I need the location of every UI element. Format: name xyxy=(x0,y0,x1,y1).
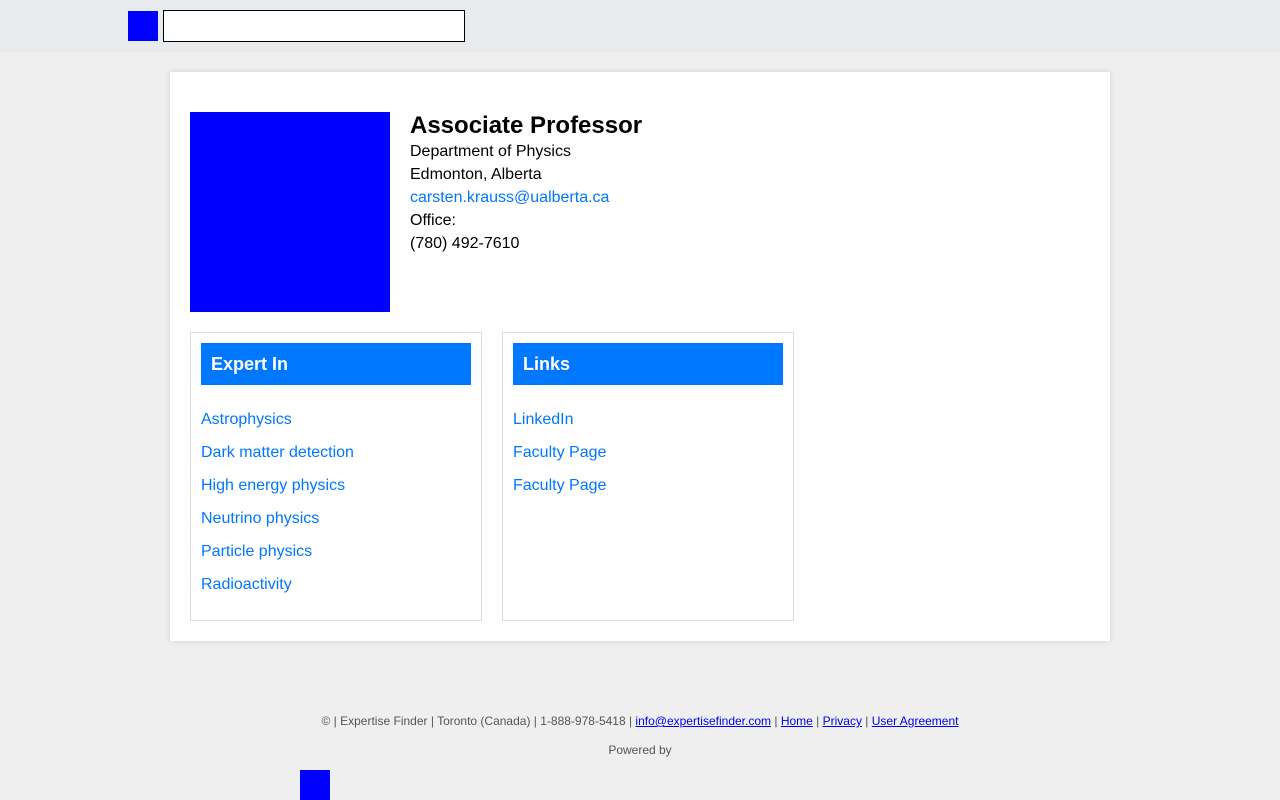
profile-phone: (780) 492-7610 xyxy=(410,235,520,252)
footer-separator: | xyxy=(771,714,781,728)
footer-agreement-link[interactable]: User Agreement xyxy=(872,714,959,728)
footer-privacy-link[interactable]: Privacy xyxy=(823,714,862,728)
list-item: Radioactivity xyxy=(201,568,354,601)
expert-in-list: Astrophysics Dark matter detection High … xyxy=(201,403,354,601)
faculty-page-link[interactable]: Faculty Page xyxy=(513,444,606,461)
expertise-link[interactable]: Particle physics xyxy=(201,543,312,560)
profile-email-link[interactable]: carsten.krauss@ualberta.ca xyxy=(410,189,609,206)
list-item: Faculty Page xyxy=(513,469,606,502)
linkedin-link[interactable]: LinkedIn xyxy=(513,411,574,428)
profile-office-label: Office: xyxy=(410,212,456,229)
profile-info: Associate Professor Department of Physic… xyxy=(410,112,642,255)
footer-email-link[interactable]: info@expertisefinder.com xyxy=(635,714,771,728)
list-item: High energy physics xyxy=(201,469,354,502)
profile-title: Associate Professor xyxy=(410,112,643,139)
footer: © | Expertise Finder | Toronto (Canada) … xyxy=(0,714,1280,728)
footer-separator: | xyxy=(861,714,872,728)
profile-location: Edmonton, Alberta xyxy=(410,166,542,183)
logo-icon[interactable] xyxy=(128,11,158,41)
profile-department: Department of Physics xyxy=(410,143,571,160)
expert-in-panel: Expert In Astrophysics Dark matter detec… xyxy=(190,332,482,621)
list-item: Particle physics xyxy=(201,535,354,568)
expertise-link[interactable]: Neutrino physics xyxy=(201,510,319,527)
faculty-page-link[interactable]: Faculty Page xyxy=(513,477,606,494)
footer-separator: | xyxy=(812,714,823,728)
links-list: LinkedIn Faculty Page Faculty Page xyxy=(513,403,606,502)
expertise-link[interactable]: Dark matter detection xyxy=(201,444,354,461)
profile-card: Associate Professor Department of Physic… xyxy=(170,72,1110,641)
expertise-link[interactable]: High energy physics xyxy=(201,477,345,494)
search-input[interactable] xyxy=(163,10,465,42)
footer-text: © | Expertise Finder | Toronto (Canada) … xyxy=(321,714,636,728)
expertise-link[interactable]: Radioactivity xyxy=(201,576,292,593)
links-panel: Links LinkedIn Faculty Page Faculty Page xyxy=(502,332,794,621)
expertise-link[interactable]: Astrophysics xyxy=(201,411,292,428)
list-item: Faculty Page xyxy=(513,436,606,469)
expert-in-heading: Expert In xyxy=(201,343,471,385)
list-item: Neutrino physics xyxy=(201,502,354,535)
profile-photo xyxy=(190,112,390,312)
list-item: Astrophysics xyxy=(201,403,354,436)
footer-home-link[interactable]: Home xyxy=(781,714,813,728)
list-item: LinkedIn xyxy=(513,403,606,436)
list-item: Dark matter detection xyxy=(201,436,354,469)
top-bar xyxy=(0,0,1280,52)
powered-by-text: Powered by xyxy=(608,743,672,757)
links-heading: Links xyxy=(513,343,783,385)
powered-by-logo-icon[interactable] xyxy=(300,770,330,800)
